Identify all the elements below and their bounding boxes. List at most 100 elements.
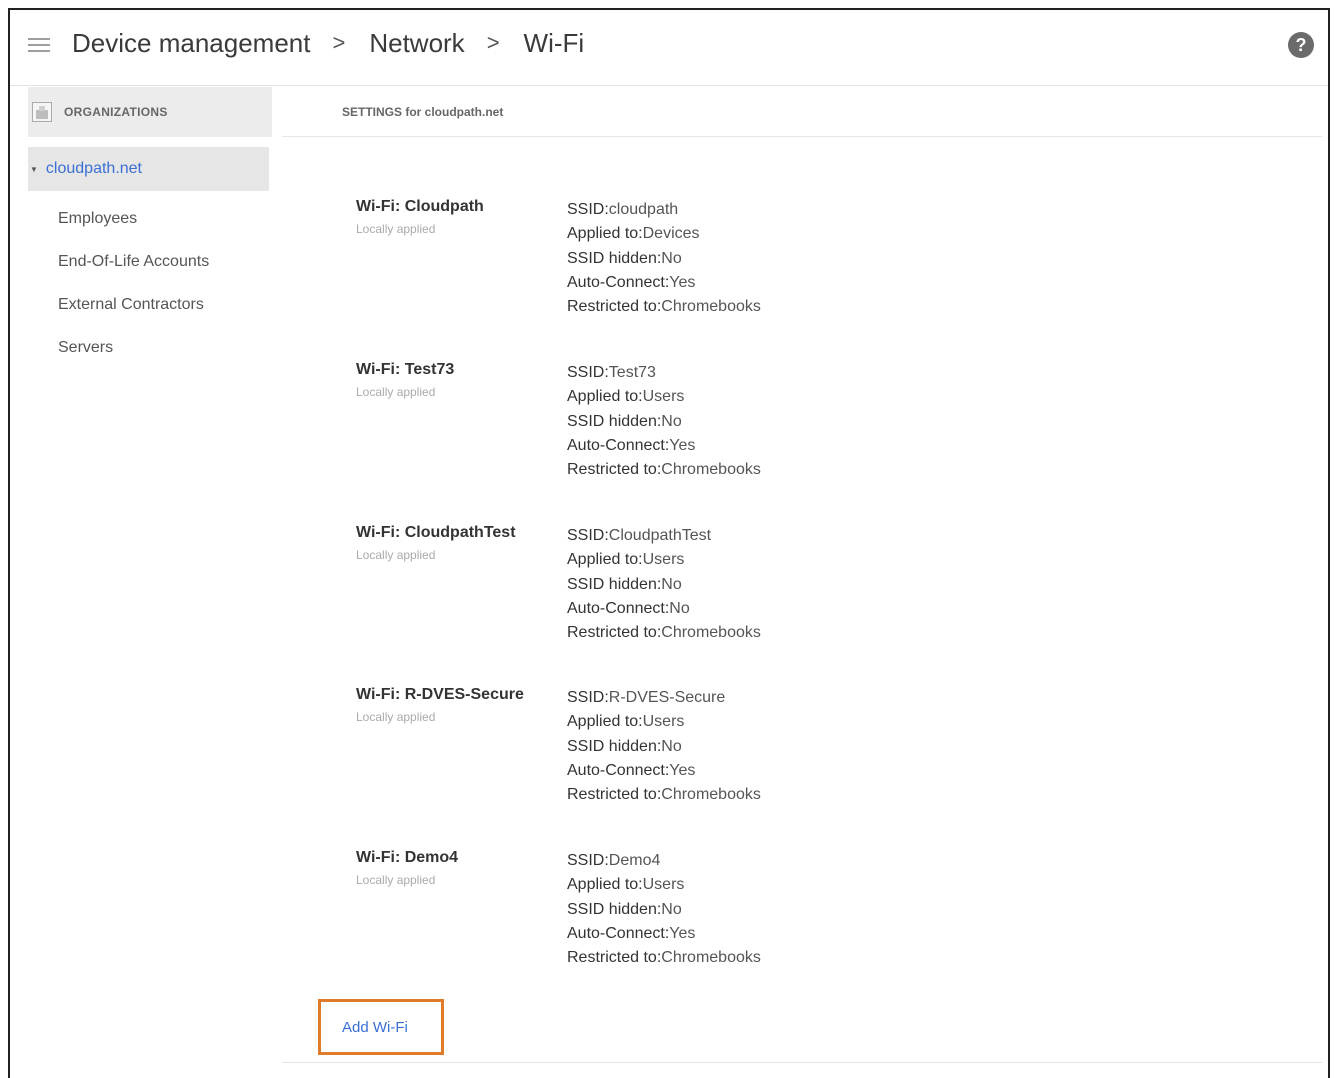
- breadcrumb: Device management > Network > Wi-Fi: [72, 26, 584, 60]
- prop-key: Auto-Connect:: [567, 761, 670, 779]
- prop-applied-to: Applied to:Devices: [567, 222, 761, 246]
- prop-value: Test73: [608, 364, 656, 381]
- wifi-network-entry[interactable]: Wi-Fi: Demo4 Locally applied SSID:Demo4 …: [356, 849, 1056, 979]
- prop-applied-to: Applied to:Users: [567, 385, 761, 409]
- wifi-network-entry[interactable]: Wi-Fi: CloudpathTest Locally applied SSI…: [356, 524, 1056, 654]
- wifi-network-properties: SSID:Test73 Applied to:Users SSID hidden…: [567, 361, 761, 482]
- prop-key: Auto-Connect:: [567, 273, 670, 291]
- wifi-network-status: Locally applied: [356, 710, 436, 724]
- prop-key: Restricted to:: [567, 949, 662, 967]
- prop-key: SSID:: [567, 852, 609, 869]
- breadcrumb-separator-icon: >: [332, 30, 346, 55]
- wifi-network-properties: SSID:cloudpath Applied to:Devices SSID h…: [567, 198, 761, 319]
- prop-restricted-to: Restricted to:Chromebooks: [567, 458, 761, 482]
- prop-ssid-hidden: SSID hidden:No: [567, 247, 761, 271]
- wifi-network-name[interactable]: Wi-Fi: CloudpathTest: [356, 524, 516, 542]
- prop-value: No: [661, 900, 682, 918]
- prop-ssid: SSID:CloudpathTest: [567, 524, 761, 548]
- prop-applied-to: Applied to:Users: [567, 873, 761, 897]
- prop-ssid: SSID:Test73: [567, 361, 761, 385]
- breadcrumb-separator-icon: >: [486, 30, 500, 55]
- prop-key: SSID hidden:: [567, 737, 662, 755]
- breadcrumb-network[interactable]: Network: [369, 28, 464, 59]
- wifi-network-entry[interactable]: Wi-Fi: Test73 Locally applied SSID:Test7…: [356, 361, 1056, 491]
- wifi-network-entry[interactable]: Wi-Fi: R-DVES-Secure Locally applied SSI…: [356, 686, 1056, 816]
- help-circle-icon[interactable]: ?: [1288, 32, 1314, 58]
- prop-value: Yes: [669, 924, 696, 942]
- prop-value: Yes: [669, 436, 696, 454]
- wifi-network-status: Locally applied: [356, 873, 436, 887]
- prop-key: Restricted to:: [567, 298, 662, 316]
- prop-key: SSID:: [567, 201, 609, 218]
- prop-value: No: [669, 599, 690, 617]
- prop-key: SSID:: [567, 689, 609, 706]
- prop-key: Applied to:: [567, 551, 643, 569]
- prop-ssid-hidden: SSID hidden:No: [567, 898, 761, 922]
- prop-key: SSID:: [567, 527, 609, 544]
- prop-value: Yes: [669, 761, 696, 779]
- prop-auto-connect: Auto-Connect:No: [567, 597, 761, 621]
- settings-panel: SETTINGS for cloudpath.net Wi-Fi: Cloudp…: [282, 87, 1322, 1077]
- prop-value: No: [661, 575, 682, 593]
- prop-key: SSID hidden:: [567, 249, 662, 267]
- prop-ssid: SSID:cloudpath: [567, 198, 761, 222]
- prop-restricted-to: Restricted to:Chromebooks: [567, 621, 761, 645]
- organizations-header: ORGANIZATIONS: [28, 87, 272, 137]
- app-window: Device management > Network > Wi-Fi ? OR…: [8, 8, 1330, 1078]
- prop-applied-to: Applied to:Users: [567, 710, 761, 734]
- wifi-network-properties: SSID:Demo4 Applied to:Users SSID hidden:…: [567, 849, 761, 970]
- prop-key: Auto-Connect:: [567, 924, 670, 942]
- organization-icon: [32, 102, 52, 122]
- prop-key: SSID hidden:: [567, 900, 662, 918]
- prop-key: Applied to:: [567, 225, 643, 243]
- wifi-network-status: Locally applied: [356, 385, 436, 399]
- add-wifi-button[interactable]: Add Wi-Fi: [318, 999, 444, 1055]
- add-wifi-label[interactable]: Add Wi-Fi: [342, 1019, 408, 1036]
- org-item-end-of-life-accounts[interactable]: End-Of-Life Accounts: [58, 253, 209, 271]
- prop-value: No: [661, 737, 682, 755]
- prop-restricted-to: Restricted to:Chromebooks: [567, 295, 761, 319]
- prop-value: No: [661, 412, 682, 430]
- prop-restricted-to: Restricted to:Chromebooks: [567, 946, 761, 970]
- org-item-external-contractors[interactable]: External Contractors: [58, 296, 204, 314]
- expand-triangle-icon[interactable]: ▼: [30, 165, 38, 174]
- wifi-network-name[interactable]: Wi-Fi: R-DVES-Secure: [356, 686, 524, 704]
- prop-ssid: SSID:Demo4: [567, 849, 761, 873]
- prop-ssid-hidden: SSID hidden:No: [567, 410, 761, 434]
- wifi-network-name[interactable]: Wi-Fi: Demo4: [356, 849, 458, 867]
- breadcrumb-device-management[interactable]: Device management: [72, 28, 310, 59]
- wifi-network-status: Locally applied: [356, 222, 436, 236]
- org-sidebar: ORGANIZATIONS ▼ cloudpath.net Employees …: [10, 87, 272, 1077]
- breadcrumb-wifi: Wi-Fi: [523, 27, 585, 58]
- prop-value: Users: [642, 876, 685, 894]
- org-item-employees[interactable]: Employees: [58, 210, 137, 228]
- org-root-label[interactable]: cloudpath.net: [46, 160, 142, 178]
- prop-applied-to: Applied to:Users: [567, 548, 761, 572]
- prop-key: SSID:: [567, 364, 609, 381]
- wifi-network-properties: SSID:CloudpathTest Applied to:Users SSID…: [567, 524, 761, 645]
- organizations-label: ORGANIZATIONS: [64, 105, 168, 119]
- prop-value: Yes: [669, 273, 696, 291]
- wifi-network-status: Locally applied: [356, 548, 436, 562]
- prop-auto-connect: Auto-Connect:Yes: [567, 271, 761, 295]
- prop-key: Restricted to:: [567, 624, 662, 642]
- prop-key: Applied to:: [567, 388, 643, 406]
- wifi-network-entry[interactable]: Wi-Fi: Cloudpath Locally applied SSID:cl…: [356, 198, 1056, 328]
- prop-value: Chromebooks: [661, 298, 761, 316]
- prop-key: Applied to:: [567, 876, 643, 894]
- prop-key: Applied to:: [567, 713, 643, 731]
- prop-value: Chromebooks: [661, 786, 761, 804]
- prop-value: Chromebooks: [661, 949, 761, 967]
- prop-auto-connect: Auto-Connect:Yes: [567, 434, 761, 458]
- prop-value: Users: [642, 551, 685, 569]
- prop-value: Chromebooks: [661, 461, 761, 479]
- settings-header: SETTINGS for cloudpath.net: [282, 87, 1322, 137]
- hamburger-menu-icon[interactable]: [28, 38, 50, 54]
- prop-value: No: [661, 249, 682, 267]
- org-item-servers[interactable]: Servers: [58, 339, 113, 357]
- wifi-network-name[interactable]: Wi-Fi: Test73: [356, 361, 454, 379]
- prop-ssid-hidden: SSID hidden:No: [567, 735, 761, 759]
- wifi-network-name[interactable]: Wi-Fi: Cloudpath: [356, 198, 484, 216]
- settings-title: SETTINGS for cloudpath.net: [342, 104, 504, 119]
- org-tree-root[interactable]: ▼ cloudpath.net: [28, 147, 269, 191]
